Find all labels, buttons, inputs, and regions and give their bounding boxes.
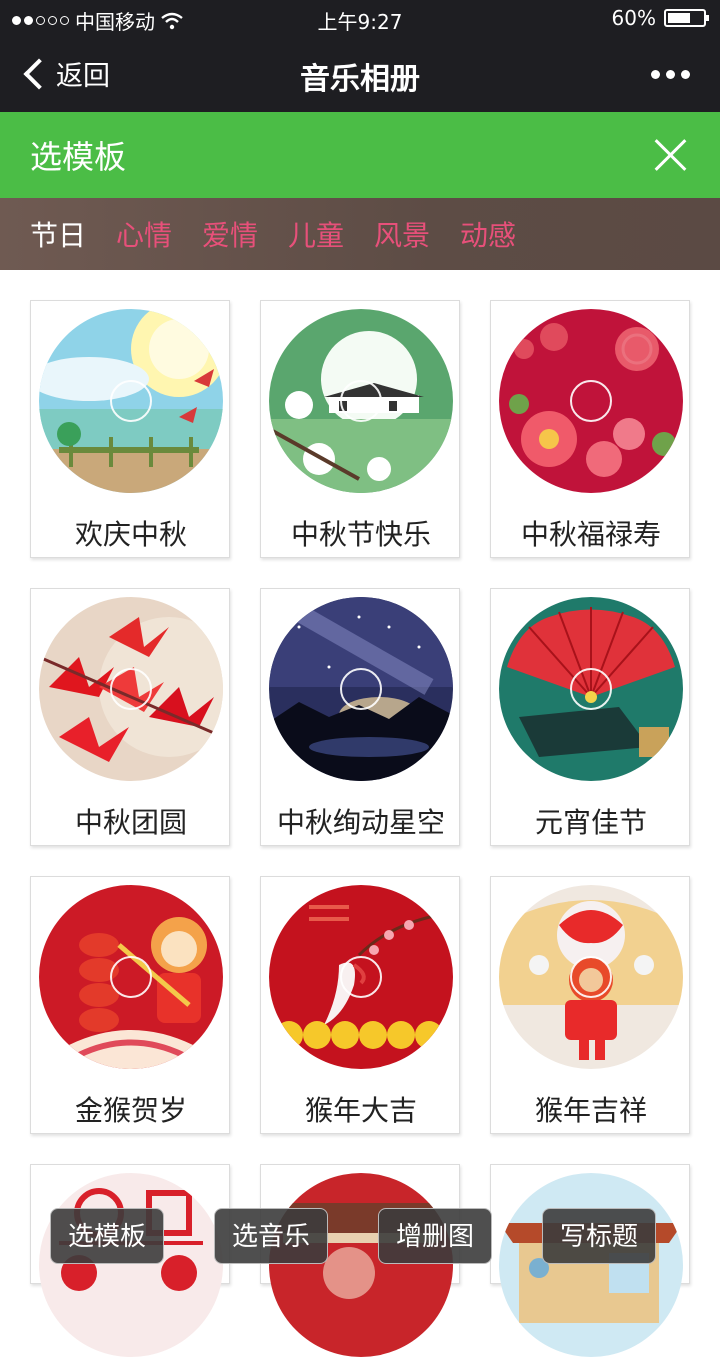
template-card[interactable]: 欢庆中秋 [30, 300, 230, 558]
template-name: 元宵佳节 [534, 806, 647, 839]
battery-icon [664, 9, 709, 27]
template-card[interactable]: 中秋团圆 [30, 588, 230, 846]
edit-photos-button[interactable]: 增删图 [378, 1208, 492, 1264]
tab-dynamic[interactable]: 动感 [460, 214, 516, 254]
template-name: 中秋绚动星空 [276, 806, 445, 839]
template-card[interactable]: 金猴贺岁 [30, 876, 230, 1134]
template-name: 中秋团圆 [74, 806, 187, 839]
tab-children[interactable]: 儿童 [288, 214, 344, 254]
bottom-toolbar: 选模板 选音乐 增删图 写标题 [0, 1208, 720, 1268]
write-caption-button[interactable]: 写标题 [542, 1208, 656, 1264]
template-card[interactable]: 中秋福禄寿 [490, 300, 690, 558]
template-panel-header: 选模板 [0, 112, 720, 198]
more-dot-icon [651, 70, 660, 79]
template-card[interactable]: 猴年吉祥 [490, 876, 690, 1134]
close-icon[interactable] [654, 138, 688, 172]
template-name: 欢庆中秋 [74, 518, 187, 551]
template-name: 中秋节快乐 [290, 518, 431, 551]
template-thumbnail [39, 309, 223, 493]
battery-info: 60% [611, 6, 709, 30]
template-name: 金猴贺岁 [74, 1094, 187, 1127]
template-card[interactable]: 中秋绚动星空 [260, 588, 460, 846]
tab-scenery[interactable]: 风景 [374, 214, 430, 254]
template-grid: 欢庆中秋 中秋节快乐 中秋福禄寿 中秋团圆 中秋绚动星空 元宵佳节 金猴贺岁 猴… [0, 270, 720, 1357]
tab-mood[interactable]: 心情 [116, 214, 172, 254]
tab-love[interactable]: 爱情 [202, 214, 258, 254]
template-card[interactable]: 猴年大吉 [260, 876, 460, 1134]
template-card[interactable]: 中秋节快乐 [260, 300, 460, 558]
page-title: 音乐相册 [300, 62, 420, 97]
template-name: 中秋福禄寿 [520, 518, 661, 551]
more-menu-button[interactable] [651, 70, 690, 79]
template-name: 猴年大吉 [304, 1094, 417, 1127]
template-thumbnail [269, 309, 453, 493]
battery-percent: 60% [611, 6, 656, 30]
tab-festival[interactable]: 节日 [30, 214, 86, 254]
template-thumbnail [499, 309, 683, 493]
template-thumbnail [499, 597, 683, 781]
nav-bar: 返回 音乐相册 [0, 36, 720, 112]
template-thumbnail [269, 885, 453, 1069]
template-name: 猴年吉祥 [534, 1094, 647, 1127]
choose-template-button[interactable]: 选模板 [50, 1208, 164, 1264]
template-thumbnail [269, 597, 453, 781]
template-card[interactable]: 元宵佳节 [490, 588, 690, 846]
template-thumbnail [39, 885, 223, 1069]
category-tabs: 节日 心情 爱情 儿童 风景 动感 [0, 198, 720, 270]
panel-title: 选模板 [30, 138, 127, 176]
choose-music-button[interactable]: 选音乐 [214, 1208, 328, 1264]
template-thumbnail [499, 885, 683, 1069]
status-bar: 中国移动 上午9:27 60% [0, 0, 720, 36]
template-thumbnail [39, 597, 223, 781]
